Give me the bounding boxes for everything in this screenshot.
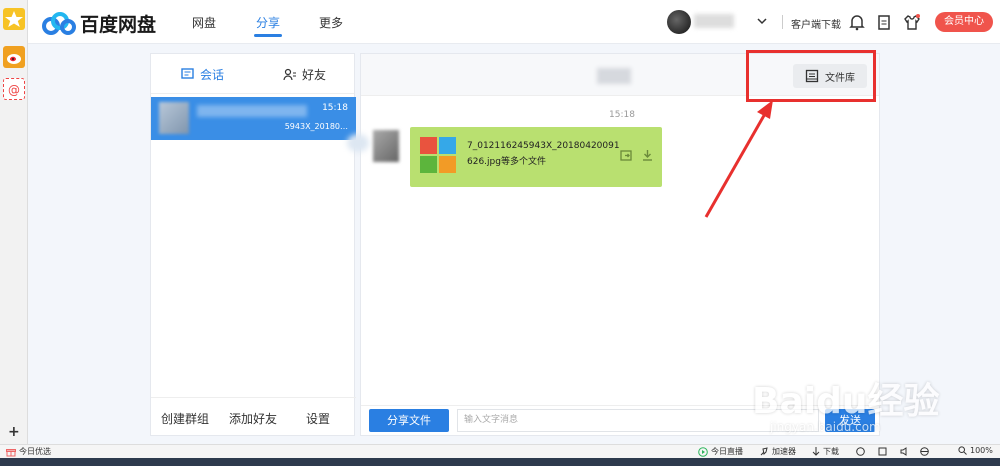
download-icon[interactable] (641, 149, 654, 162)
zoom-control[interactable]: 100% (958, 446, 993, 455)
os-taskbar (0, 458, 1000, 466)
watermark-url: jingyan.baidu.com (770, 420, 881, 434)
avatar[interactable] (667, 10, 691, 34)
speaker-icon[interactable] (900, 447, 909, 456)
panel-tabs: 会话 好友 (151, 54, 354, 94)
file-name-line2: 626.jpg等多个文件 (467, 157, 546, 167)
friends-icon (283, 68, 296, 81)
decorative-blob (347, 134, 369, 152)
rocket-icon (760, 447, 768, 456)
message-actions (620, 149, 654, 162)
window-icon[interactable] (878, 447, 887, 456)
bell-icon[interactable] (848, 13, 866, 31)
tab-sessions[interactable]: 会话 (181, 66, 224, 83)
annotation-highlight-box (746, 50, 876, 102)
app-header: 百度网盘 网盘 分享 更多 客户端下载 会员中心 (28, 0, 1000, 44)
conversation-item[interactable]: 15:18 5943X_20180… (151, 97, 356, 140)
left-toolbar-strip: @ + (0, 0, 28, 444)
nav-more[interactable]: 更多 (319, 14, 343, 31)
conversation-panel: 会话 好友 15:18 5943X_20180… 创建群组 添加好友 设置 (150, 53, 356, 436)
header-separator (782, 15, 783, 29)
gift-icon (6, 448, 16, 456)
add-friend-button[interactable]: 添加好友 (229, 410, 277, 427)
nav-active-indicator (254, 34, 282, 37)
file-name-line1: 7_012116245943X_20180420091 (467, 141, 620, 151)
share-file-button[interactable]: 分享文件 (369, 409, 449, 432)
history-icon[interactable] (856, 447, 865, 456)
daily-picks-label: 今日优选 (19, 447, 51, 456)
sender-avatar[interactable] (373, 130, 399, 162)
accelerator-label: 加速器 (772, 447, 796, 456)
logo-text: 百度网盘 (80, 14, 157, 36)
favorites-star-icon[interactable] (3, 8, 25, 30)
tab-friends[interactable]: 好友 (283, 66, 326, 83)
play-circle-icon (698, 446, 708, 457)
logo[interactable]: 百度网盘 (42, 10, 156, 37)
add-plus-icon[interactable]: + (8, 424, 20, 440)
download-link[interactable]: 下载 (812, 446, 839, 457)
conversation-avatar (159, 102, 189, 134)
live-label: 今日直播 (711, 447, 743, 456)
username-blurred (694, 14, 734, 28)
zoom-level: 100% (970, 446, 993, 455)
weibo-icon[interactable] (3, 46, 25, 68)
client-download-link[interactable]: 客户端下载 (791, 16, 841, 31)
svg-text:@: @ (8, 83, 20, 97)
magnifier-icon (958, 446, 967, 455)
multi-file-icon (420, 137, 456, 173)
baidu-netdisk-window: @ + 百度网盘 网盘 分享 更多 客户端下载 会员中心 会话 好友 15:18… (0, 0, 1000, 466)
daily-picks[interactable]: 今日优选 (6, 446, 51, 457)
watermark-brand: Baidu经验 (752, 381, 940, 422)
arrow-down-icon (812, 447, 820, 456)
chat-timestamp: 15:18 (609, 110, 635, 120)
tab-sessions-label: 会话 (200, 68, 225, 82)
create-group-button[interactable]: 创建群组 (161, 410, 209, 427)
status-bar: 今日优选 今日直播 加速器 下载 100% (0, 444, 1000, 458)
file-message-bubble[interactable]: 7_012116245943X_20180420091 626.jpg等多个文件 (410, 127, 662, 187)
nav-share[interactable]: 分享 (256, 14, 280, 31)
download-label: 下载 (823, 447, 839, 456)
network-icon[interactable] (920, 447, 929, 456)
clipboard-icon[interactable] (875, 13, 893, 31)
settings-button[interactable]: 设置 (306, 410, 330, 427)
conversation-preview: 5943X_20180… (284, 122, 348, 131)
live-link[interactable]: 今日直播 (698, 446, 743, 457)
tshirt-skin-icon[interactable] (903, 13, 921, 31)
nav-netdisk[interactable]: 网盘 (192, 14, 216, 31)
file-message-text: 7_012116245943X_20180420091 626.jpg等多个文件 (467, 138, 620, 170)
chat-bubble-icon (181, 68, 194, 79)
conversation-name-blurred (197, 105, 307, 117)
chevron-down-icon[interactable] (757, 17, 767, 25)
conversation-time: 15:18 (322, 103, 348, 113)
tab-friends-label: 好友 (302, 68, 327, 82)
accelerator-link[interactable]: 加速器 (760, 446, 796, 457)
chat-title-blurred (597, 68, 631, 84)
mail-at-icon[interactable]: @ (3, 78, 25, 100)
save-to-netdisk-icon[interactable] (620, 149, 633, 162)
cloud-logo-icon (42, 11, 76, 35)
panel-footer: 创建群组 添加好友 设置 (151, 397, 356, 435)
vip-center-button[interactable]: 会员中心 (935, 12, 993, 32)
